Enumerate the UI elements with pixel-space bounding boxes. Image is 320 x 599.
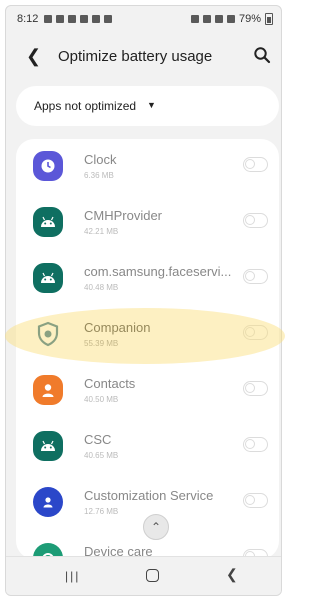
notification-icon (104, 15, 113, 23)
back-button[interactable]: ❮ (26, 47, 41, 65)
recent-apps-button[interactable]: ||| (65, 569, 80, 583)
phone-screen: 8:12 79% ❮ Optimize battery usage Apps n… (5, 5, 282, 596)
notification-icon (44, 15, 53, 23)
notification-icon (68, 15, 77, 23)
customization-icon (33, 487, 63, 517)
system-icons: 79% (190, 6, 273, 32)
wifi-icon (214, 15, 223, 23)
nav-back-button[interactable]: ❮ (226, 566, 238, 583)
filter-dropdown[interactable]: Apps not optimized ▼ (16, 86, 279, 126)
notification-icon (56, 15, 65, 23)
notification-icons (44, 15, 113, 23)
dropdown-arrow-icon: ▼ (147, 100, 156, 110)
app-name: CMHProvider (84, 208, 163, 223)
notification-icon (80, 15, 89, 23)
optimize-toggle[interactable] (243, 157, 268, 172)
filter-label: Apps not optimized (34, 99, 137, 113)
list-item-csc[interactable]: CSC 40.65 MB (16, 419, 279, 475)
nfc-icon (190, 15, 199, 23)
app-name: CSC (84, 432, 112, 447)
app-size: 40.50 MB (84, 395, 119, 404)
navigation-bar: ||| ❮ (6, 556, 281, 595)
optimize-toggle[interactable] (243, 493, 268, 508)
contacts-icon (33, 375, 63, 405)
list-item-clock[interactable]: Clock 6.36 MB (16, 139, 279, 195)
optimize-toggle[interactable] (243, 437, 268, 452)
battery-percent: 79% (238, 13, 261, 25)
app-bar: ❮ Optimize battery usage (6, 32, 281, 82)
app-size: 40.48 MB (84, 283, 119, 292)
list-item-contacts[interactable]: Contacts 40.50 MB (16, 363, 279, 419)
scroll-to-top-button[interactable]: ⌃ (143, 514, 169, 540)
battery-icon (265, 13, 273, 25)
status-bar: 8:12 79% (6, 6, 281, 32)
optimize-toggle[interactable] (243, 381, 268, 396)
highlight-annotation (5, 308, 285, 364)
home-button[interactable] (146, 569, 159, 582)
search-icon[interactable] (253, 46, 271, 64)
status-time: 8:12 (17, 13, 39, 25)
list-item-faceservice[interactable]: com.samsung.faceservi... 40.48 MB (16, 251, 279, 307)
signal-icon (226, 15, 235, 23)
android-icon (33, 431, 63, 461)
android-icon (33, 207, 63, 237)
app-name: Customization Service (84, 488, 214, 503)
app-name: Contacts (84, 376, 136, 391)
app-size: 12.76 MB (84, 507, 119, 516)
app-name: com.samsung.faceservi... (84, 264, 232, 279)
mute-icon (202, 15, 211, 23)
app-size: 40.65 MB (84, 451, 119, 460)
chevron-up-icon: ⌃ (150, 520, 162, 534)
notification-icon (92, 15, 101, 23)
app-size: 42.21 MB (84, 227, 119, 236)
app-size: 6.36 MB (84, 171, 114, 180)
android-icon (33, 263, 63, 293)
list-item-cmhprovider[interactable]: CMHProvider 42.21 MB (16, 195, 279, 251)
app-name: Clock (84, 152, 117, 167)
page-title: Optimize battery usage (58, 48, 213, 65)
clock-icon (33, 151, 63, 181)
optimize-toggle[interactable] (243, 213, 268, 228)
optimize-toggle[interactable] (243, 269, 268, 284)
